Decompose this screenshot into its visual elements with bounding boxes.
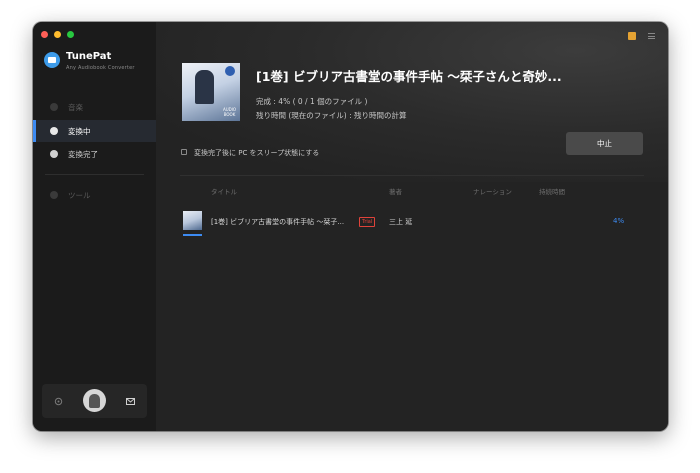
row-book-thumbnail (183, 211, 202, 230)
sidebar-footer (42, 384, 147, 418)
sidebar: TunePat Any Audiobook Converter 音楽 変換中 変… (33, 22, 156, 431)
close-window-button[interactable] (41, 31, 48, 38)
row-title: [1巻] ビブリア古書堂の事件手帖 ～栞子... (211, 218, 345, 226)
conversion-progress-text: 完成 : 4% ( 0 / 1 個のファイル ) (256, 97, 368, 106)
row-progress-bar (183, 234, 202, 236)
sleep-after-conversion-checkbox[interactable] (181, 149, 187, 155)
app-subtitle: Any Audiobook Converter (66, 65, 135, 71)
column-header-duration: 持続時間 (539, 188, 565, 196)
minimize-window-button[interactable] (54, 31, 61, 38)
book-cover-image: AUDIO BOOK (182, 63, 240, 121)
gear-icon[interactable] (54, 397, 63, 406)
trial-badge: Trial (359, 217, 376, 227)
sidebar-item-tools[interactable]: ツール (33, 184, 156, 206)
sidebar-item-label: 変換完了 (68, 149, 98, 159)
cover-label: BOOK (223, 112, 236, 117)
app-name: TunePat (66, 51, 112, 62)
row-author: 三上 延 (389, 218, 413, 226)
sidebar-item-converted[interactable]: 変換完了 (33, 143, 156, 165)
menu-icon[interactable] (648, 33, 655, 39)
column-header-title: タイトル (211, 188, 237, 196)
sidebar-item-music[interactable]: 音楽 (33, 96, 156, 118)
converting-icon (50, 127, 58, 135)
app-logo-icon (44, 52, 60, 68)
cart-icon[interactable] (628, 32, 636, 40)
tools-icon (50, 191, 58, 199)
current-book-title: [1巻] ビブリア古書堂の事件手帖 ～栞子さんと奇妙... (256, 69, 562, 84)
row-progress-percent: 4% (613, 217, 625, 225)
avatar[interactable] (83, 389, 106, 412)
stop-button[interactable]: 中止 (566, 132, 643, 155)
main-panel: AUDIO BOOK [1巻] ビブリア古書堂の事件手帖 ～栞子さんと奇妙... … (156, 22, 668, 431)
time-remaining-text: 残り時間 (現在のファイル) : 残り時間の計算 (256, 111, 407, 120)
sidebar-item-label: 音楽 (68, 102, 83, 112)
music-icon (50, 103, 58, 111)
mail-icon[interactable] (126, 398, 135, 405)
history-icon (50, 150, 58, 158)
sidebar-item-label: 変換中 (68, 126, 91, 136)
app-window: TunePat Any Audiobook Converter 音楽 変換中 変… (33, 22, 668, 431)
column-header-author: 著者 (389, 188, 402, 196)
sidebar-divider (45, 174, 144, 175)
sleep-after-conversion-label: 変換完了後に PC をスリープ状態にする (194, 149, 320, 157)
section-divider (180, 175, 644, 176)
sidebar-item-label: ツール (68, 190, 91, 200)
zoom-window-button[interactable] (67, 31, 74, 38)
column-header-narration: ナレーション (473, 188, 512, 196)
sidebar-item-converting[interactable]: 変換中 (33, 120, 156, 142)
